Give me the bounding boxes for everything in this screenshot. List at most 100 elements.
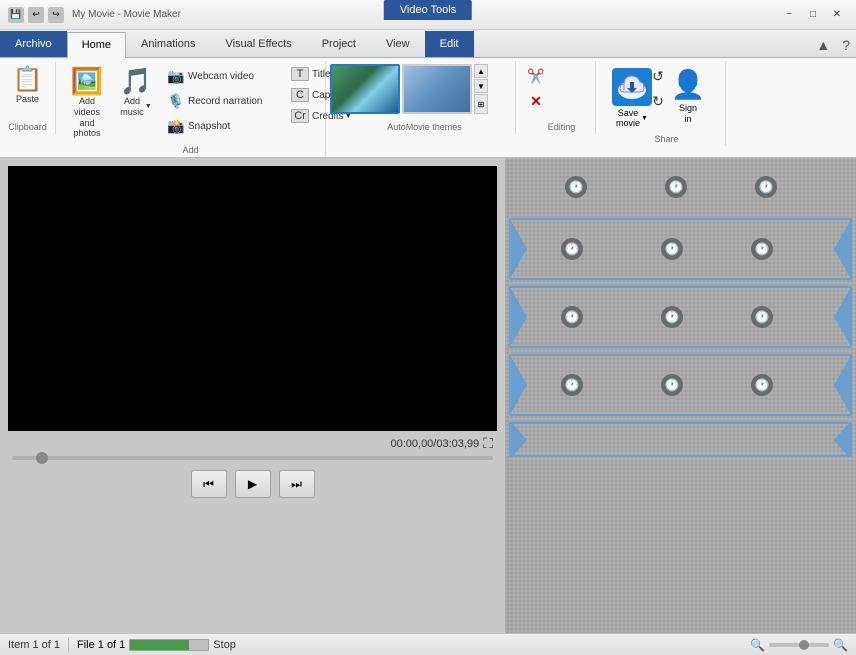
save-movie-button[interactable]: Save movie ▼ — [602, 64, 662, 132]
zoom-in-icon[interactable]: 🔍 — [833, 638, 848, 652]
expand-icon[interactable]: ⛶ — [483, 435, 493, 452]
status-separator — [68, 638, 69, 652]
status-file-label: File 1 of 1 — [77, 639, 125, 651]
sign-in-button[interactable]: 👤 Sign in — [666, 64, 710, 129]
record-icon: 🎙️ — [167, 92, 185, 110]
titlebar: 💾 ↩ ↪ My Movie - Movie Maker Video Tools… — [0, 0, 856, 30]
track-right-arrow-2 — [834, 221, 850, 277]
add-videos-icon: 🖼️ — [71, 68, 103, 94]
share-group: Save movie ▼ 👤 Sign in Share — [596, 62, 726, 146]
zoom-controls: 🔍 🔍 — [750, 638, 848, 652]
tab-project[interactable]: Project — [307, 31, 371, 57]
share-label: Share — [602, 134, 731, 144]
webcam-icon: 📷 — [167, 67, 185, 85]
rewind-icon: ⏮ — [203, 477, 214, 492]
add-items: 🖼️ Add videos and photos 🎵 Add music ▼ 📷… — [62, 64, 319, 143]
record-label: Record narration — [188, 96, 262, 107]
qat-redo[interactable]: ↪ — [48, 7, 64, 23]
tab-home[interactable]: Home — [67, 32, 126, 58]
record-narration-button[interactable]: 🎙️ Record narration — [162, 89, 282, 113]
add-music-label: Add music ▼ — [120, 96, 151, 118]
time-text: 00:00,00/03:03,99 — [390, 438, 479, 450]
paste-icon: 📋 — [13, 68, 43, 92]
video-screen[interactable] — [8, 166, 497, 431]
theme-thumb-1[interactable] — [330, 64, 400, 114]
timeline-track-3[interactable]: 🕐 🕐 🕐 — [509, 286, 852, 348]
timeline-track-5[interactable] — [509, 422, 852, 457]
automovie-section: ▲ ▼ ⊞ AutoMovie themes — [326, 62, 516, 134]
save-movie-dropdown[interactable]: ▼ — [641, 115, 648, 122]
zoom-thumb[interactable] — [799, 640, 809, 650]
titlebar-title-text: My Movie - Movie Maker — [72, 9, 181, 20]
statusbar: Item 1 of 1 File 1 of 1 Stop 🔍 🔍 — [0, 633, 856, 655]
zoom-slider[interactable] — [769, 643, 829, 647]
webcam-label: Webcam video — [188, 71, 254, 82]
add-music-dropdown-icon[interactable]: ▼ — [145, 103, 152, 111]
theme-inner-1 — [332, 66, 398, 112]
track-left-arrow-3 — [511, 289, 527, 345]
add-videos-button[interactable]: 🖼️ Add videos and photos — [62, 64, 112, 143]
maximize-button[interactable]: □ — [802, 6, 824, 24]
theme-up-arrow[interactable]: ▲ — [474, 64, 488, 78]
timeline-track-4[interactable]: 🕐 🕐 🕐 — [509, 354, 852, 416]
theme-thumb-2[interactable] — [402, 64, 472, 114]
save-movie-icon — [612, 68, 652, 106]
video-tools-tab[interactable]: Video Tools — [384, 0, 472, 20]
ribbon-collapse-icon[interactable]: ▲ — [810, 33, 836, 57]
close-button[interactable]: ✕ — [826, 6, 848, 24]
minimize-button[interactable]: − — [778, 6, 800, 24]
title-icon: T — [291, 67, 309, 81]
add-videos-label: Add videos and photos — [68, 96, 106, 139]
zoom-out-icon[interactable]: 🔍 — [750, 638, 765, 652]
seek-bar[interactable] — [12, 456, 493, 460]
theme-arrows: ▲ ▼ ⊞ — [474, 64, 488, 114]
help-icon[interactable]: ? — [836, 33, 856, 57]
status-file: File 1 of 1 Stop — [77, 639, 236, 651]
trim-icon: ✂️ — [527, 67, 545, 85]
theme-down-arrow[interactable]: ▼ — [474, 79, 488, 93]
editing-items: ✂️ ✕ ↺ ↻ — [522, 64, 589, 113]
add-group: 🖼️ Add videos and photos 🎵 Add music ▼ 📷… — [56, 62, 326, 157]
sign-in-label: Sign in — [679, 103, 697, 125]
tab-archivo[interactable]: Archivo — [0, 31, 67, 57]
tab-edit[interactable]: Edit — [425, 31, 474, 57]
add-music-icon: 🎵 — [120, 68, 152, 94]
ribbon-content: 📋 Paste Clipboard 🖼️ Add videos and phot… — [0, 58, 856, 157]
tab-visual-effects[interactable]: Visual Effects — [210, 31, 306, 57]
add-music-button[interactable]: 🎵 Add music ▼ — [114, 64, 158, 122]
stop-button[interactable]: Stop — [213, 639, 236, 651]
automovie-label: AutoMovie themes — [330, 122, 519, 132]
preview-panel: 00:00,00/03:03,99 ⛶ ⏮ ▶ ⏭ — [0, 158, 505, 633]
sign-in-icon: 👤 — [671, 68, 706, 101]
automovie-items: ▲ ▼ ⊞ — [330, 64, 511, 114]
editing-group: ✂️ ✕ ↺ ↻ Editing — [516, 62, 596, 134]
paste-label: Paste — [16, 94, 39, 105]
snapshot-label: Snapshot — [188, 121, 230, 132]
snapshot-button[interactable]: 📸 Snapshot — [162, 114, 282, 138]
ribbon: Archivo Home Animations Visual Effects P… — [0, 30, 856, 158]
timeline-track-1[interactable]: 🕐 🕐 🕐 — [509, 162, 852, 212]
step-forward-button[interactable]: ⏭ — [279, 470, 315, 498]
remove-icon: ✕ — [527, 92, 545, 110]
webcam-button[interactable]: 📷 Webcam video — [162, 64, 282, 88]
qat-save[interactable]: 💾 — [8, 7, 24, 23]
tab-view[interactable]: View — [371, 31, 425, 57]
timeline-panel[interactable]: 🕐 🕐 🕐 🕐 🕐 🕐 🕐 🕐 🕐 🕐 — [505, 158, 856, 633]
track-right-arrow-5 — [834, 422, 850, 457]
rewind-button[interactable]: ⏮ — [191, 470, 227, 498]
play-button[interactable]: ▶ — [235, 470, 271, 498]
tab-animations[interactable]: Animations — [126, 31, 210, 57]
timeline-track-2[interactable]: 🕐 🕐 🕐 — [509, 218, 852, 280]
window-controls: − □ ✕ — [778, 6, 848, 24]
caption-icon: C — [291, 88, 309, 102]
cloud-save-svg — [616, 72, 648, 102]
theme-more-arrow[interactable]: ⊞ — [474, 94, 488, 114]
qat-undo[interactable]: ↩ — [28, 7, 44, 23]
main-content: 00:00,00/03:03,99 ⛶ ⏮ ▶ ⏭ 🕐 🕐 🕐 — [0, 158, 856, 633]
time-display: 00:00,00/03:03,99 ⛶ — [8, 431, 497, 454]
editing-label: Editing — [522, 122, 601, 132]
titlebar-icons: 💾 ↩ ↪ My Movie - Movie Maker — [8, 7, 181, 23]
paste-button[interactable]: 📋 Paste — [7, 64, 49, 109]
snapshot-icon: 📸 — [167, 117, 185, 135]
play-icon: ▶ — [248, 477, 257, 491]
